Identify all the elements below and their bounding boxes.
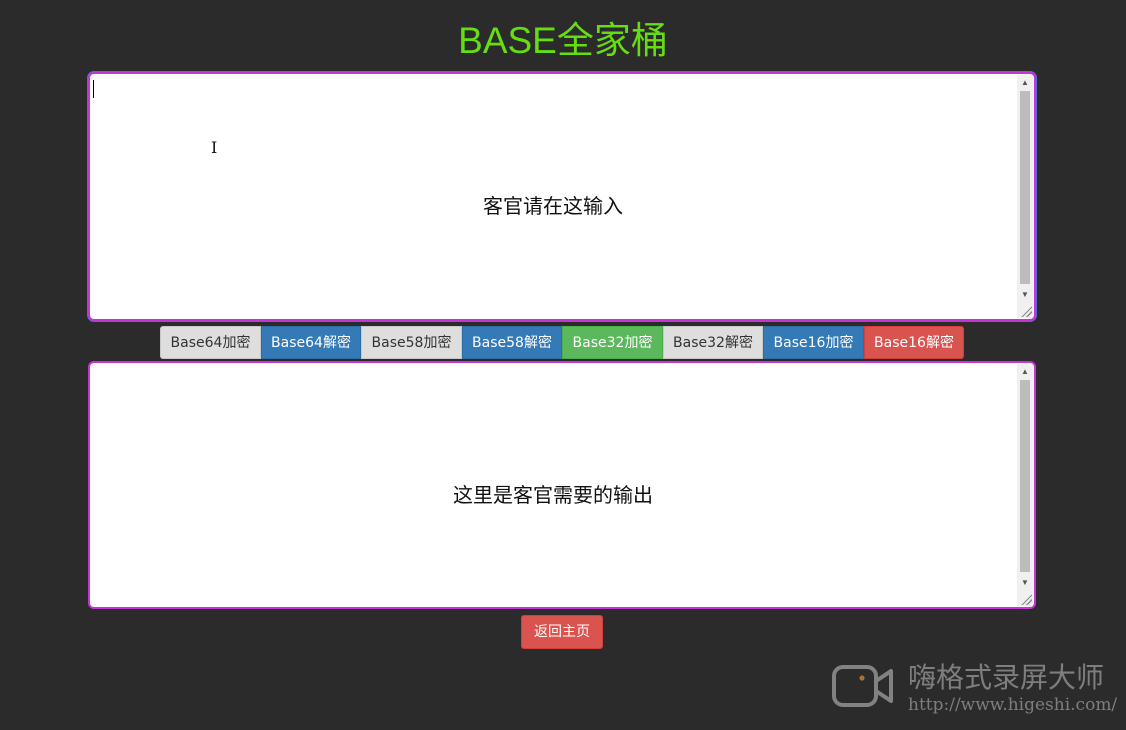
base16-encode-button[interactable]: Base16加密 bbox=[763, 326, 864, 359]
watermark-name: 嗨格式录屏大师 bbox=[908, 661, 1105, 694]
page-title: BASE全家桶 bbox=[458, 20, 668, 61]
output-scrollbar[interactable]: ▲ ▼ bbox=[1017, 364, 1033, 606]
text-caret bbox=[93, 80, 94, 98]
scroll-thumb[interactable] bbox=[1020, 380, 1030, 572]
resize-handle-icon[interactable] bbox=[1020, 305, 1032, 317]
base64-encode-button[interactable]: Base64加密 bbox=[160, 326, 261, 359]
output-textarea[interactable]: 这里是客官需要的输出 ▲ ▼ bbox=[88, 361, 1036, 609]
output-placeholder: 这里是客官需要的输出 bbox=[453, 483, 653, 507]
scroll-down-arrow-icon[interactable]: ▼ bbox=[1017, 288, 1033, 302]
text-cursor-icon: I bbox=[211, 138, 218, 157]
base32-encode-button[interactable]: Base32加密 bbox=[562, 326, 663, 359]
base58-encode-button[interactable]: Base58加密 bbox=[361, 326, 462, 359]
scroll-down-arrow-icon[interactable]: ▼ bbox=[1017, 576, 1033, 590]
watermark-url: http://www.higeshi.com/ bbox=[908, 695, 1118, 715]
input-scrollbar[interactable]: ▲ ▼ bbox=[1017, 75, 1033, 318]
camera-logo-icon bbox=[832, 665, 893, 707]
base32-decode-button[interactable]: Base32解密 bbox=[663, 326, 763, 359]
base-toolbar: Base64加密 Base64解密 Base58加密 Base58解密 Base… bbox=[160, 326, 964, 359]
base58-decode-button[interactable]: Base58解密 bbox=[462, 326, 562, 359]
scroll-up-arrow-icon[interactable]: ▲ bbox=[1017, 76, 1033, 90]
resize-handle-icon[interactable] bbox=[1020, 593, 1032, 605]
watermark: 嗨格式录屏大师 http://www.higeshi.com/ bbox=[832, 660, 1122, 716]
back-home-button[interactable]: 返回主页 bbox=[521, 615, 603, 649]
base64-decode-button[interactable]: Base64解密 bbox=[261, 326, 361, 359]
input-textarea[interactable]: I 客官请在这输入 ▲ ▼ bbox=[88, 72, 1036, 321]
scroll-thumb[interactable] bbox=[1020, 91, 1030, 284]
input-placeholder: 客官请在这输入 bbox=[483, 194, 623, 218]
scroll-up-arrow-icon[interactable]: ▲ bbox=[1017, 365, 1033, 379]
base16-decode-button[interactable]: Base16解密 bbox=[864, 326, 964, 359]
